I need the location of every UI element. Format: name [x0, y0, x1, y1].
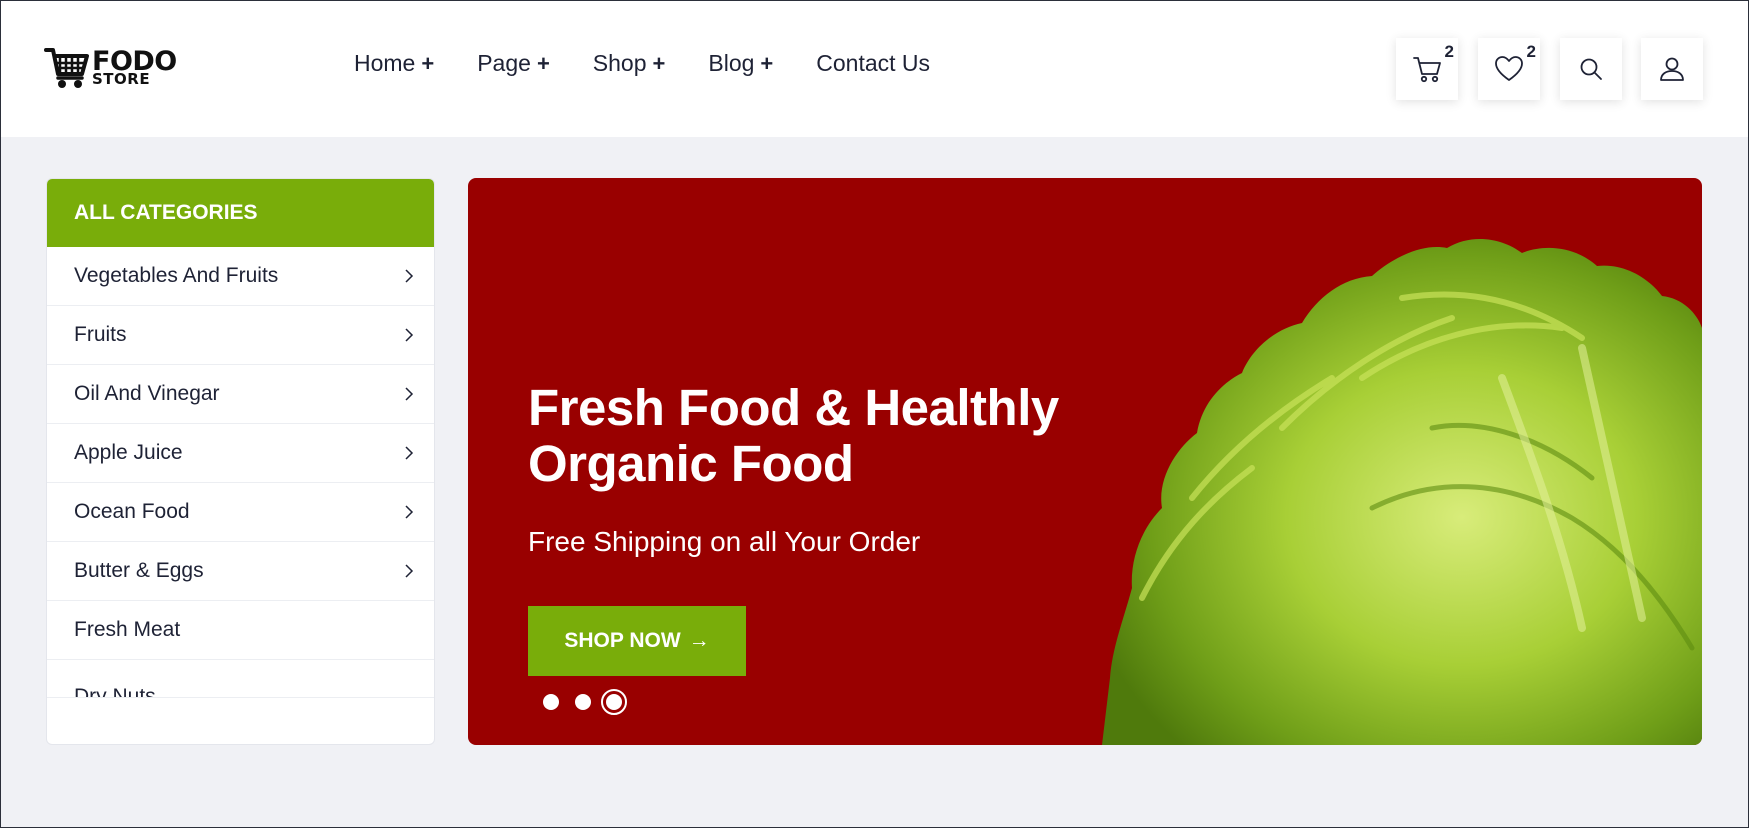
category-label: Dry Nuts	[74, 685, 156, 698]
slider-pagination	[543, 689, 643, 715]
hero-title-line: Organic Food	[528, 435, 854, 492]
chevron-right-icon	[402, 505, 416, 519]
category-item-ocean-food[interactable]: Ocean Food	[47, 483, 434, 542]
hero-banner: Fresh Food & Healthly Organic Food Free …	[468, 178, 1702, 745]
account-button[interactable]	[1641, 38, 1703, 100]
search-icon	[1580, 58, 1602, 80]
category-label: Butter & Eggs	[74, 559, 204, 582]
plus-icon: +	[536, 50, 550, 76]
cart-button[interactable]: 2	[1396, 38, 1458, 100]
site-header: FODO STORE Home + Page + Shop + Blog + C…	[0, 0, 1749, 137]
nav-label: Contact Us	[816, 50, 931, 76]
nav-item-page[interactable]: Page +	[477, 50, 550, 77]
nav-item-shop[interactable]: Shop +	[593, 50, 666, 77]
shop-now-button[interactable]: SHOP NOW →	[528, 606, 746, 676]
user-icon	[1660, 57, 1684, 81]
nav-item-contact[interactable]: Contact Us	[816, 50, 930, 77]
main-nav: Home + Page + Shop + Blog + Contact Us	[354, 50, 973, 77]
slider-dot-1[interactable]	[543, 694, 559, 710]
category-item-butter-and-eggs[interactable]: Butter & Eggs	[47, 542, 434, 601]
category-label: Vegetables And Fruits	[74, 264, 279, 287]
wishlist-button[interactable]: 2	[1478, 38, 1540, 100]
nav-item-home[interactable]: Home +	[354, 50, 434, 77]
nav-label: Shop	[592, 50, 647, 76]
wishlist-count-badge: 2	[1526, 42, 1536, 61]
basket-icon	[44, 48, 89, 88]
brand-logo[interactable]: FODO STORE	[44, 44, 177, 90]
category-label: Apple Juice	[74, 441, 183, 464]
category-item-oil-and-vinegar[interactable]: Oil And Vinegar	[47, 365, 434, 424]
sidebar-title: ALL CATEGORIES	[47, 179, 434, 247]
slider-dot-3-active[interactable]	[601, 689, 627, 715]
category-item-fruits[interactable]: Fruits	[47, 306, 434, 365]
cart-count-badge: 2	[1444, 42, 1454, 61]
nav-label: Home	[354, 50, 416, 76]
category-item-fresh-meat[interactable]: Fresh Meat	[47, 601, 434, 660]
category-label: Ocean Food	[74, 500, 190, 523]
category-label: Oil And Vinegar	[74, 382, 220, 405]
plus-icon: +	[652, 50, 666, 76]
nav-item-blog[interactable]: Blog +	[708, 50, 773, 77]
cart-icon	[1413, 57, 1441, 83]
nav-label: Page	[477, 50, 531, 76]
category-item-vegetables-and-fruits[interactable]: Vegetables And Fruits	[47, 247, 434, 306]
arrow-right-icon: →	[688, 629, 710, 652]
hero-title: Fresh Food & Healthly Organic Food	[528, 380, 1148, 492]
category-label: Fresh Meat	[74, 618, 181, 641]
category-sidebar: ALL CATEGORIES Vegetables And Fruits Fru…	[46, 178, 435, 745]
chevron-right-icon	[402, 328, 416, 342]
hero-title-line: Fresh Food & Healthly	[528, 379, 1059, 436]
category-item-dry-nuts[interactable]: Dry Nuts	[47, 660, 434, 698]
category-list: Vegetables And Fruits Fruits Oil And Vin…	[47, 247, 434, 702]
heart-icon	[1495, 56, 1523, 81]
chevron-right-icon	[402, 387, 416, 401]
category-label: Fruits	[74, 323, 127, 346]
plus-icon: +	[760, 50, 774, 76]
chevron-right-icon	[402, 564, 416, 578]
hero-subtitle: Free Shipping on all Your Order	[528, 526, 921, 557]
chevron-right-icon	[402, 269, 416, 283]
search-button[interactable]	[1560, 38, 1622, 100]
plus-icon: +	[421, 50, 435, 76]
category-item-apple-juice[interactable]: Apple Juice	[47, 424, 434, 483]
slider-dot-2[interactable]	[575, 694, 591, 710]
lettuce-image	[1102, 238, 1702, 745]
chevron-right-icon	[402, 446, 416, 460]
nav-label: Blog	[708, 50, 755, 76]
shop-now-label: SHOP NOW	[564, 629, 681, 652]
